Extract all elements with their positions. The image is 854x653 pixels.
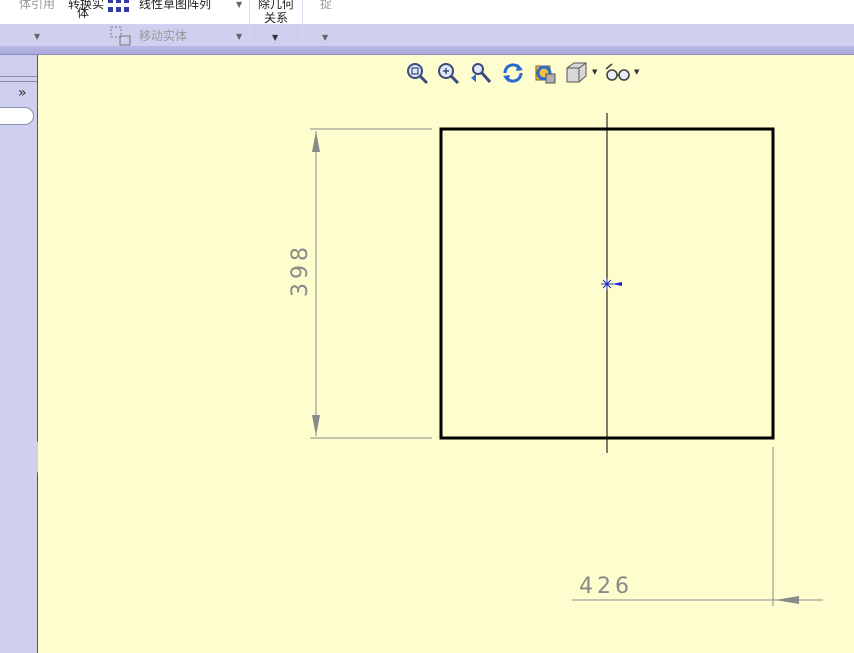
width-arrow: [775, 596, 799, 604]
sketch-origin-icon: [601, 278, 622, 290]
height-dimension-text[interactable]: 398: [288, 243, 313, 297]
height-arrow-bottom: [312, 415, 320, 436]
width-dimension-text[interactable]: 426: [579, 574, 633, 599]
height-arrow-top: [312, 131, 320, 152]
sketch-canvas: 398 426: [288, 113, 823, 606]
